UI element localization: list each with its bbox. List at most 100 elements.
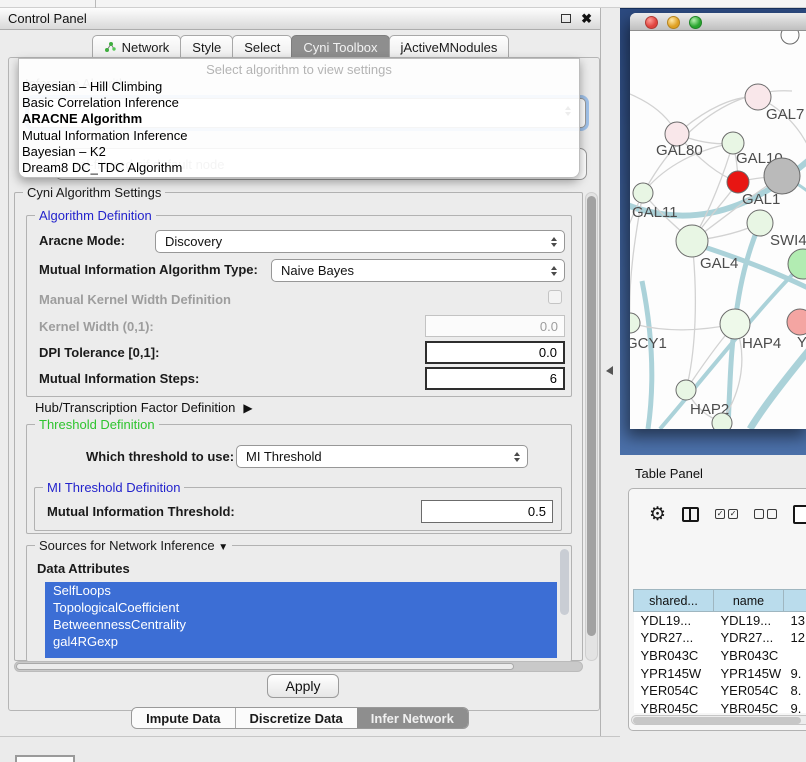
dpi-tolerance-field[interactable]: 0.0: [425, 341, 565, 364]
aracne-mode-value: Discovery: [165, 234, 222, 249]
tab-cyni-toolbox[interactable]: Cyni Toolbox: [291, 35, 389, 58]
traffic-light-close-icon[interactable]: [645, 16, 658, 29]
data-attributes-list[interactable]: SelfLoopsTopologicalCoefficientBetweenne…: [45, 582, 557, 658]
node-bottom-partial[interactable]: [712, 413, 732, 429]
application-window: Control Panel ✖ Network Style SelectCyni T…: [0, 0, 806, 762]
table-row[interactable]: YBR045CYBR045C9.: [634, 699, 806, 713]
aracne-mode-combobox[interactable]: Discovery: [155, 230, 565, 253]
table-cell: YPR145W: [634, 664, 714, 682]
node-top-partial[interactable]: [781, 31, 799, 44]
node-Y-partial-label: Y: [797, 334, 806, 351]
node-gray[interactable]: [764, 158, 800, 194]
dropdown-item[interactable]: ARACNE Algorithm: [19, 111, 579, 127]
table-cell: 9.: [784, 699, 806, 713]
tab-infer-network[interactable]: Infer Network: [357, 708, 468, 728]
mi-type-combobox[interactable]: Naive Bayes: [271, 259, 565, 282]
table-row[interactable]: YER054CYER054C8.: [634, 682, 806, 700]
manual-kernel-checkbox[interactable]: [548, 290, 562, 304]
checked-checkboxes-icon[interactable]: ✓✓: [715, 509, 738, 519]
table-panel-title: Table Panel: [635, 466, 703, 481]
table-cell: YER054C: [714, 682, 784, 700]
node-Y-partial[interactable]: [787, 309, 806, 335]
columns-icon[interactable]: [682, 507, 699, 522]
tab-label: Style: [192, 40, 221, 55]
dropdown-item[interactable]: Dream8 DC_TDC Algorithm: [19, 160, 579, 176]
tab-network[interactable]: Network: [92, 35, 182, 58]
table-cell: YBR045C: [634, 699, 714, 713]
kernel-width-field[interactable]: 0.0: [425, 315, 565, 337]
gear-icon[interactable]: ⚙: [649, 505, 666, 524]
control-panel-titlebar: Control Panel ✖: [0, 8, 600, 30]
attribute-item[interactable]: SelfLoops: [45, 582, 557, 599]
close-icon[interactable]: ✖: [581, 12, 592, 25]
table-toolbar: ⚙ ✓✓: [629, 489, 806, 539]
mi-steps-field[interactable]: 6: [425, 367, 565, 390]
attributes-scrollbar[interactable]: [560, 549, 569, 615]
table-horizontal-scrollbar[interactable]: [631, 715, 806, 725]
node-HAP4-label: HAP4: [742, 335, 781, 352]
docked-panel-icon[interactable]: [15, 755, 75, 762]
network-edge: [750, 349, 806, 429]
column-header[interactable]: A: [784, 590, 806, 612]
table-cell: YDL19...: [634, 612, 714, 630]
node-HAP2[interactable]: [676, 380, 696, 400]
table-row[interactable]: YPR145WYPR145W9.: [634, 664, 806, 682]
traffic-light-minimize-icon[interactable]: [667, 16, 680, 29]
bottom-tab-bar: Impute DataDiscretize DataInfer Network: [0, 707, 600, 729]
node-GAL11-label: GAL11: [632, 204, 678, 221]
tab-select[interactable]: Select: [232, 35, 292, 58]
node-GAL11[interactable]: [633, 183, 653, 203]
table-row[interactable]: YDL19...YDL19...13: [634, 612, 806, 630]
column-header[interactable]: name: [714, 590, 784, 612]
table-cell: YDR27...: [634, 629, 714, 647]
settings-horizontal-scrollbar[interactable]: [14, 661, 583, 672]
kernel-width-label: Kernel Width (0,1):: [39, 319, 154, 334]
sources-title[interactable]: Sources for Network Inference ▼: [35, 538, 232, 553]
tab-discretize-data[interactable]: Discretize Data: [235, 708, 357, 728]
dropdown-item[interactable]: Bayesian – K2: [19, 144, 579, 160]
settings-group-title: Cyni Algorithm Settings: [23, 185, 165, 200]
table-cell: [784, 647, 806, 665]
attribute-item[interactable]: gal4RGexp: [45, 633, 557, 650]
kernel-width-value: 0.0: [540, 319, 558, 334]
unchecked-checkboxes-icon[interactable]: [754, 509, 777, 519]
aracne-mode-label: Aracne Mode:: [39, 233, 125, 248]
node-GAL1[interactable]: [727, 171, 749, 193]
tab-impute-data[interactable]: Impute Data: [132, 708, 234, 728]
file-icon[interactable]: [793, 505, 806, 524]
network-view-window[interactable]: GAL7GAL80GAL10GAL1GAL11SWI4GAL4GCY1HAP4Y…: [630, 13, 806, 429]
dpi-tolerance-value: 0.0: [539, 345, 557, 360]
table-scroll-area[interactable]: shared...nameA YDL19...YDL19...13YDR27..…: [631, 539, 806, 713]
algorithm-dropdown-popup: Select algorithm to view settings Bayesi…: [18, 58, 580, 178]
attribute-item[interactable]: BetweennessCentrality: [45, 616, 557, 633]
sources-group: Sources for Network Inference ▼ Data Att…: [26, 545, 572, 661]
combo-spinner-icon: [551, 237, 557, 247]
network-canvas[interactable]: GAL7GAL80GAL10GAL1GAL11SWI4GAL4GCY1HAP4Y…: [630, 31, 806, 429]
settings-vertical-scrollbar[interactable]: [585, 192, 598, 661]
dropdown-item[interactable]: Basic Correlation Inference: [19, 95, 579, 111]
top-tab-bar: Network Style SelectCyni ToolboxjActiveMNo…: [0, 35, 600, 58]
algorithm-definition-title: Algorithm Definition: [35, 208, 156, 223]
top-strip: [0, 0, 806, 8]
dropdown-item[interactable]: Bayesian – Hill Climbing: [19, 79, 579, 95]
column-header[interactable]: shared...: [634, 590, 714, 612]
which-threshold-combobox[interactable]: MI Threshold: [236, 445, 528, 468]
tab-style[interactable]: Style: [180, 35, 233, 58]
float-window-icon[interactable]: [561, 14, 571, 23]
dropdown-items: Bayesian – Hill ClimbingBasic Correlatio…: [19, 79, 579, 176]
table-row[interactable]: YDR27...YDR27...12: [634, 629, 806, 647]
table-row[interactable]: YBR043CYBR043C: [634, 647, 806, 665]
apply-button[interactable]: Apply: [267, 674, 339, 698]
attribute-item[interactable]: TopologicalCoefficient: [45, 599, 557, 616]
node-GAL4[interactable]: [676, 225, 708, 257]
tab-jactivemnodules[interactable]: jActiveMNodules: [389, 35, 510, 58]
combo-spinner-icon: [514, 452, 520, 462]
which-threshold-label: Which threshold to use:: [86, 449, 234, 464]
traffic-light-zoom-icon[interactable]: [689, 16, 702, 29]
node-GCY1[interactable]: [630, 313, 640, 333]
apply-label: Apply: [285, 678, 320, 694]
mi-threshold-field[interactable]: 0.5: [421, 500, 553, 523]
dropdown-item[interactable]: Mutual Information Inference: [19, 128, 579, 144]
hub-definition-expander[interactable]: Hub/Transcription Factor Definition ▶: [35, 400, 253, 415]
table-panel-body: ⚙ ✓✓ shared...nameA YDL19...YDL19...13YD…: [628, 488, 806, 731]
